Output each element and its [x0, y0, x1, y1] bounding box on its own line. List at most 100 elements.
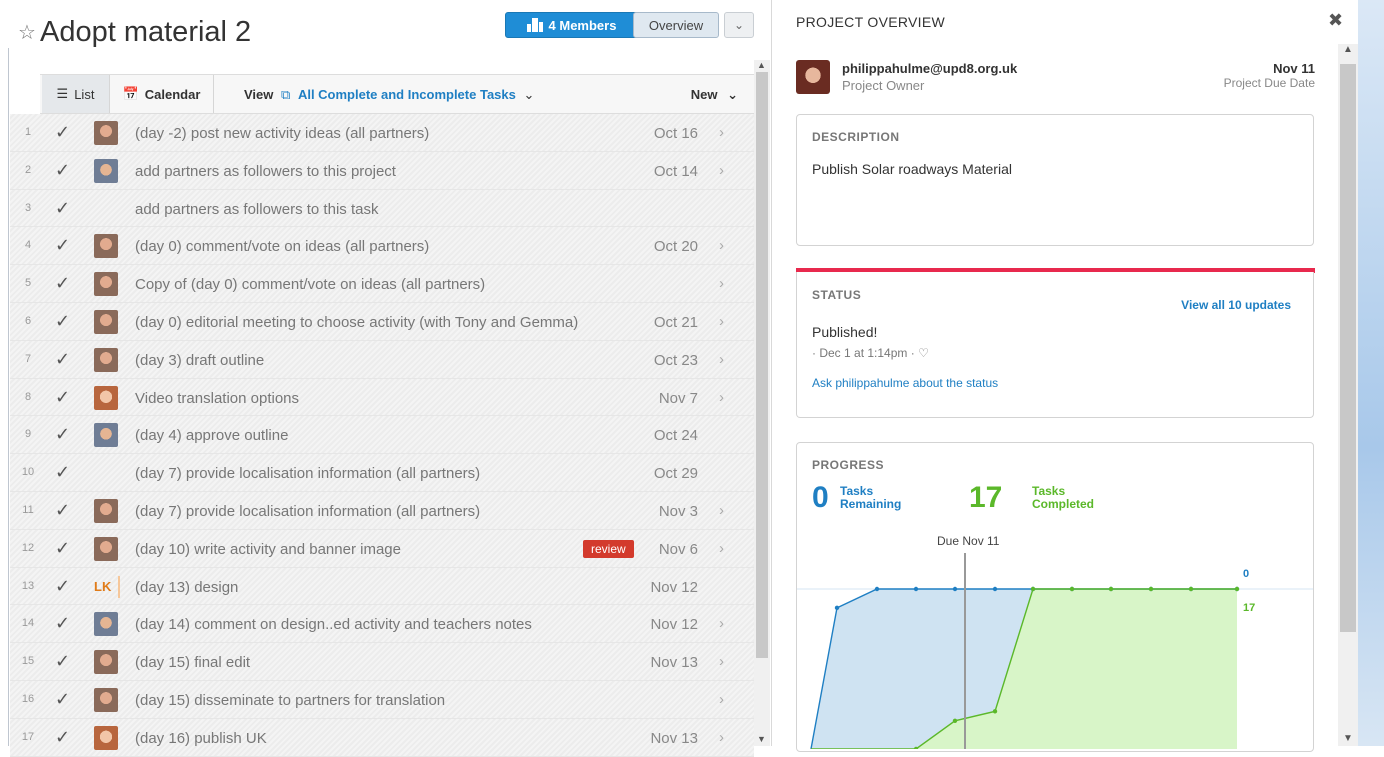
task-due-date[interactable]: Nov 12	[650, 579, 698, 596]
task-tag[interactable]: review	[583, 539, 634, 558]
task-name[interactable]: (day 7) provide localisation information…	[135, 465, 480, 482]
task-due-date[interactable]: Nov 6	[659, 541, 698, 558]
members-button[interactable]: 4 Members	[505, 12, 638, 38]
assignee-initials[interactable]: LK	[94, 575, 120, 598]
assignee-avatar[interactable]	[94, 498, 118, 523]
checkmark-icon[interactable]: ✓	[55, 500, 70, 521]
task-due-date[interactable]: Nov 13	[650, 654, 698, 671]
chevron-right-icon[interactable]: ›	[719, 162, 724, 179]
checkmark-icon[interactable]: ✓	[55, 538, 70, 559]
task-row[interactable]: 2 ✓ add partners as followers to this proj…	[10, 151, 754, 190]
checkmark-icon[interactable]: ✓	[55, 311, 70, 332]
checkmark-icon[interactable]: ✓	[55, 122, 70, 143]
chevron-right-icon[interactable]: ›	[719, 275, 724, 292]
task-due-date[interactable]: Oct 21	[654, 314, 698, 331]
checkmark-icon[interactable]: ✓	[55, 576, 70, 597]
description-card[interactable]: DESCRIPTION Publish Solar roadways Mater…	[796, 114, 1314, 246]
owner-email[interactable]: philippahulme@upd8.org.uk	[842, 61, 1017, 76]
task-row[interactable]: 9 ✓ (day 4) approve outline Oct 24	[10, 416, 754, 455]
assignee-avatar[interactable]	[94, 650, 118, 675]
task-row[interactable]: 7 ✓ (day 3) draft outline Oct 23 ›	[10, 340, 754, 379]
checkmark-icon[interactable]: ✓	[55, 424, 70, 445]
assignee-avatar[interactable]	[94, 385, 118, 410]
task-name[interactable]: (day 15) final edit	[135, 654, 250, 671]
assignee-avatar[interactable]	[94, 612, 118, 637]
scroll-up-icon[interactable]: ▲	[1343, 44, 1353, 55]
overview-button[interactable]: Overview	[633, 12, 719, 38]
task-name[interactable]: Video translation options	[135, 390, 299, 407]
task-name[interactable]: (day 13) design	[135, 579, 238, 596]
assignee-avatar[interactable]	[94, 309, 118, 334]
scrollbar-thumb[interactable]	[1340, 64, 1356, 632]
task-due-date[interactable]: Nov 7	[659, 390, 698, 407]
task-name[interactable]: (day 16) publish UK	[135, 730, 267, 747]
task-name[interactable]: (day -2) post new activity ideas (all pa…	[135, 125, 429, 142]
checkmark-icon[interactable]: ✓	[55, 613, 70, 634]
chevron-right-icon[interactable]: ›	[719, 389, 724, 406]
chevron-right-icon[interactable]: ›	[719, 615, 724, 632]
chevron-right-icon[interactable]: ›	[719, 540, 724, 557]
task-row[interactable]: 15 ✓ (day 15) final edit Nov 13 ›	[10, 643, 754, 681]
task-name[interactable]: add partners as followers to this projec…	[135, 163, 396, 180]
chevron-right-icon[interactable]: ›	[719, 237, 724, 254]
task-name[interactable]: (day 4) approve outline	[135, 427, 288, 444]
owner-avatar[interactable]	[796, 60, 830, 94]
task-row[interactable]: 4 ✓ (day 0) comment/vote on ideas (all par…	[10, 227, 754, 266]
chevron-right-icon[interactable]: ›	[719, 313, 724, 330]
task-row[interactable]: 14 ✓ (day 14) comment on design..ed activi…	[10, 605, 754, 644]
checkmark-icon[interactable]: ✓	[55, 198, 70, 219]
task-row[interactable]: 16 ✓ (day 15) disseminate to partners for …	[10, 680, 754, 719]
assignee-avatar[interactable]	[94, 272, 118, 297]
ask-owner-link[interactable]: Ask philippahulme about the status	[812, 376, 998, 390]
task-due-date[interactable]: Oct 24	[654, 427, 698, 444]
assignee-avatar[interactable]	[94, 725, 118, 750]
task-name[interactable]: (day 14) comment on design..ed activity …	[135, 616, 532, 633]
view-all-updates-link[interactable]: View all 10 updates	[1181, 298, 1291, 312]
task-due-date[interactable]: Nov 13	[650, 730, 698, 747]
chevron-right-icon[interactable]: ›	[719, 653, 724, 670]
task-row[interactable]: 17 ✓ (day 16) publish UK Nov 13 ›	[10, 718, 754, 757]
checkmark-icon[interactable]: ✓	[55, 387, 70, 408]
scroll-down-icon[interactable]: ▼	[1343, 733, 1353, 744]
chevron-right-icon[interactable]: ›	[719, 502, 724, 519]
checkmark-icon[interactable]: ✓	[55, 349, 70, 370]
assignee-avatar[interactable]	[94, 121, 118, 145]
list-view-tab[interactable]: ☰ List	[42, 75, 110, 113]
new-task-dropdown[interactable]: New ⌄	[691, 87, 738, 103]
checkmark-icon[interactable]: ✓	[55, 689, 70, 710]
task-row[interactable]: 1 ✓ (day -2) post new activity ideas (all …	[10, 114, 754, 152]
task-name[interactable]: (day 0) comment/vote on ideas (all partn…	[135, 238, 429, 255]
task-name[interactable]: (day 15) disseminate to partners for tra…	[135, 692, 445, 709]
assignee-avatar[interactable]	[94, 234, 118, 259]
checkmark-icon[interactable]: ✓	[55, 273, 70, 294]
task-due-date[interactable]: Oct 16	[654, 125, 698, 142]
assignee-avatar[interactable]	[94, 347, 118, 372]
view-filter-dropdown[interactable]: View ⧉ All Complete and Incomplete Tasks…	[244, 87, 534, 103]
task-row[interactable]: 13 ✓ LK (day 13) design Nov 12	[10, 567, 754, 606]
chevron-right-icon[interactable]: ›	[719, 124, 724, 141]
status-timestamp[interactable]: Dec 1 at 1:14pm	[819, 346, 907, 360]
overview-scrollbar[interactable]: ▲ ▼	[1338, 44, 1358, 746]
task-row[interactable]: 11 ✓ (day 7) provide localisation informat…	[10, 491, 754, 530]
task-row[interactable]: 5 ✓ Copy of (day 0) comment/vote on ideas …	[10, 265, 754, 303]
scroll-down-icon[interactable]: ▼	[757, 734, 766, 744]
task-row[interactable]: 8 ✓ Video translation options Nov 7 ›	[10, 378, 754, 417]
description-text[interactable]: Publish Solar roadways Material	[812, 161, 1012, 177]
calendar-view-tab[interactable]: 📅 Calendar	[110, 75, 214, 113]
task-due-date[interactable]: Nov 12	[650, 616, 698, 633]
task-name[interactable]: (day 7) provide localisation information…	[135, 503, 480, 520]
task-name[interactable]: (day 3) draft outline	[135, 352, 264, 369]
task-row[interactable]: 3 ✓ add partners as followers to this task	[10, 189, 754, 228]
task-list-scrollbar[interactable]: ▲ ▼	[754, 60, 770, 746]
assignee-avatar[interactable]	[94, 687, 118, 712]
task-row[interactable]: 12 ✓ (day 10) write activity and banner im…	[10, 529, 754, 568]
assignee-avatar[interactable]	[94, 536, 118, 561]
project-menu-button[interactable]: ⌄	[724, 12, 754, 38]
checkmark-icon[interactable]: ✓	[55, 651, 70, 672]
checkmark-icon[interactable]: ✓	[55, 462, 70, 483]
heart-icon[interactable]: ♡	[918, 346, 929, 360]
scroll-up-icon[interactable]: ▲	[757, 60, 766, 70]
task-name[interactable]: Copy of (day 0) comment/vote on ideas (a…	[135, 276, 485, 293]
checkmark-icon[interactable]: ✓	[55, 727, 70, 748]
task-due-date[interactable]: Oct 20	[654, 238, 698, 255]
